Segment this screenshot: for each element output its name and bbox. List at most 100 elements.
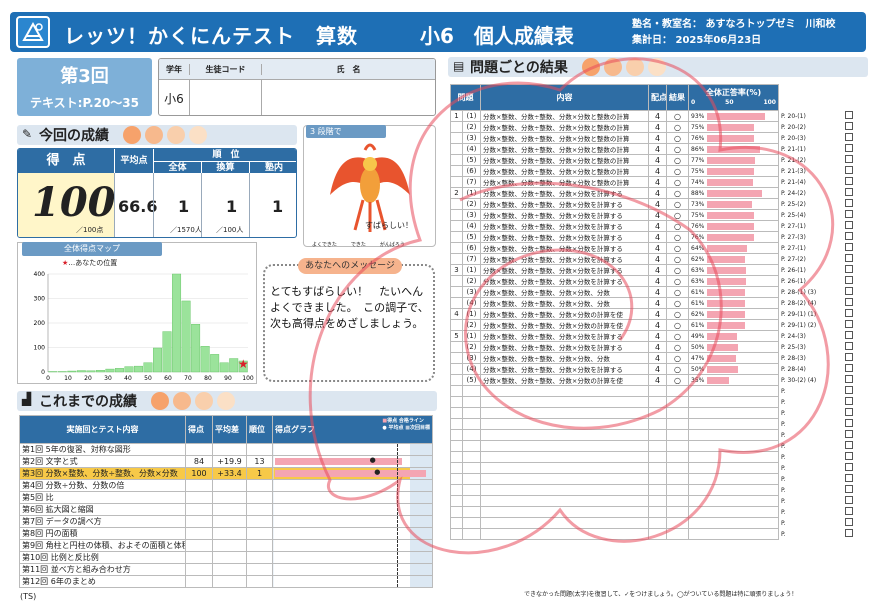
review-checkbox[interactable] — [835, 441, 864, 452]
problem-row: (4) 分数×整数、分数÷整数、分数×分数を計算する 4 ○ 76% P. 27-(1) — [450, 220, 864, 232]
problem-points: 4 — [648, 198, 667, 210]
date-value: 2025年06月23日 — [675, 35, 762, 46]
history-score-bar — [275, 470, 427, 477]
deco-dot — [167, 126, 185, 144]
review-checkbox[interactable] — [835, 122, 864, 133]
review-checkbox[interactable] — [835, 331, 864, 342]
review-checkbox[interactable] — [835, 188, 864, 199]
problem-content: 分数×整数、分数÷整数、分数×分数と整数の計算 — [480, 154, 649, 166]
problem-result: ○ — [666, 330, 689, 342]
history-diff — [212, 527, 247, 540]
problem-rate-cell: 75% — [688, 165, 779, 177]
problem-page: P. 20-(1) — [781, 112, 806, 120]
problem-rate: 64% — [691, 244, 705, 252]
review-checkbox[interactable] — [835, 408, 864, 419]
distribution-bar — [95, 370, 105, 373]
message-label: あなたへのメッセージ — [298, 258, 402, 274]
review-checkbox[interactable] — [835, 210, 864, 221]
grade-value: 小6 — [164, 91, 184, 106]
problem-result: ○ — [666, 297, 689, 309]
review-checkbox[interactable] — [835, 221, 864, 232]
review-checkbox[interactable] — [835, 287, 864, 298]
problem-rate-bar — [707, 322, 745, 329]
history-round-content: 第8回 円の面積 — [19, 527, 186, 540]
review-checkbox[interactable] — [835, 111, 864, 122]
review-checkbox[interactable] — [835, 397, 864, 408]
problem-rate-cell: 88% — [688, 187, 779, 199]
problem-result: ○ — [666, 121, 689, 133]
review-checkbox[interactable] — [835, 342, 864, 353]
history-score — [185, 479, 213, 492]
review-checkbox[interactable] — [835, 507, 864, 518]
problem-rate: 75% — [691, 211, 705, 219]
review-checkbox[interactable] — [835, 496, 864, 507]
history-round-content: 第6回 拡大図と縮図 — [19, 503, 186, 516]
review-checkbox[interactable] — [835, 309, 864, 320]
history-avg-dot: ● — [369, 456, 376, 465]
review-checkbox[interactable] — [835, 199, 864, 210]
problem-result: ○ — [666, 308, 689, 320]
history-diff — [212, 539, 247, 552]
review-checkbox[interactable] — [835, 474, 864, 485]
x-tick-label: 50 — [144, 375, 152, 382]
review-checkbox[interactable] — [835, 144, 864, 155]
problem-big-no — [450, 176, 463, 188]
history-row: 第2回 文字と式 84 +19.9 13 ● — [19, 455, 433, 468]
review-checkbox[interactable] — [835, 386, 864, 397]
review-checkbox[interactable] — [835, 375, 864, 386]
problem-content: 分数×整数、分数÷整数、分数×分数、分数 — [480, 297, 649, 309]
review-checkbox[interactable] — [835, 155, 864, 166]
problem-small-no: (2) — [462, 275, 481, 287]
history-round-content: 第10回 比例と反比例 — [19, 551, 186, 564]
review-checkbox[interactable] — [835, 452, 864, 463]
review-checkbox[interactable] — [835, 430, 864, 441]
review-checkbox[interactable] — [835, 518, 864, 529]
problem-rate-bar — [707, 278, 747, 285]
review-checkbox[interactable] — [835, 276, 864, 287]
problems-grid: 問題 内容 配点 結果 全体正答率(%) 0 50 100 1 (1) 分数×整数、分数÷整数、分数… — [450, 84, 864, 540]
problem-page: P. 24-(2) — [781, 189, 806, 197]
review-checkbox[interactable] — [835, 485, 864, 496]
x-tick-label: 0 — [46, 375, 50, 382]
review-checkbox[interactable] — [835, 254, 864, 265]
review-checkbox[interactable] — [835, 320, 864, 331]
problem-content: 分数×整数、分数÷整数、分数×分数を計算する — [480, 198, 649, 210]
distribution-bar — [124, 366, 134, 373]
legend-try: がんばろう — [379, 242, 405, 248]
distribution-bar — [67, 370, 77, 373]
y-tick-label: 400 — [34, 271, 46, 278]
review-checkbox[interactable] — [835, 232, 864, 243]
rank-conv-total: ／100人 — [216, 226, 244, 234]
legend-target: 次回目標 — [409, 425, 430, 431]
problem-points: 4 — [648, 209, 667, 221]
problem-rate-bar — [707, 113, 765, 120]
review-checkbox[interactable] — [835, 166, 864, 177]
review-checkbox[interactable] — [835, 243, 864, 254]
review-checkbox[interactable] — [835, 265, 864, 276]
rate-tick: 0 — [691, 98, 696, 106]
review-checkbox[interactable] — [835, 364, 864, 375]
problem-page: P. 21-(2) — [781, 156, 806, 164]
problem-row: 4 (1) 分数×整数、分数÷整数、分数×分数の計算を使 4 ○ 62% P. 29-(1)… — [450, 308, 864, 320]
review-checkbox[interactable] — [835, 298, 864, 309]
problem-rate: 93% — [691, 112, 705, 120]
review-checkbox[interactable] — [835, 419, 864, 430]
problem-row: (7) 分数×整数、分数÷整数、分数×分数を計算する 4 ○ 62% P. 27-(2) — [450, 253, 864, 265]
problem-result: ○ — [666, 209, 689, 221]
problem-row: (2) 分数×整数、分数÷整数、分数×分数と整数の計算 4 ○ 75% P. 20-(2) — [450, 121, 864, 133]
distribution-chart: 0 100 200 300 400 0 10 20 30 40 50 60 70 80 90 100 ★ — [34, 271, 254, 382]
review-checkbox[interactable] — [835, 353, 864, 364]
review-checkbox[interactable] — [835, 177, 864, 188]
problem-big-no — [450, 154, 463, 166]
review-checkbox[interactable] — [835, 463, 864, 474]
problem-result: ○ — [666, 275, 689, 287]
problem-points: 4 — [648, 319, 667, 331]
col-score: 得点 — [185, 415, 213, 444]
problems-footer: できなかった問題(太字)を復習して、✓をつけましょう。◯がついている問題は特に頑… — [524, 591, 798, 598]
rate-tick: 100 — [763, 98, 776, 106]
rank-all-total: ／1570人 — [170, 226, 202, 234]
review-checkbox[interactable] — [835, 133, 864, 144]
problem-content: 分数×整数、分数÷整数、分数×分数と整数の計算 — [480, 132, 649, 144]
problem-rate: 77% — [691, 156, 705, 164]
review-checkbox[interactable] — [835, 529, 864, 540]
